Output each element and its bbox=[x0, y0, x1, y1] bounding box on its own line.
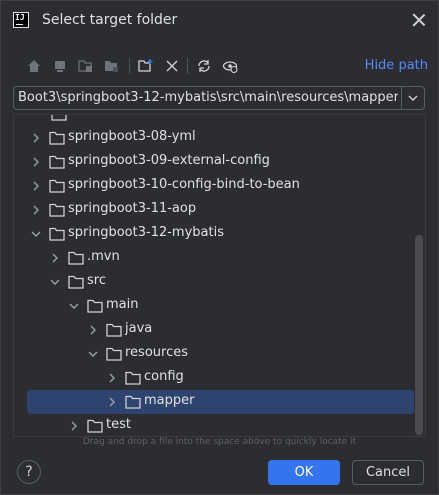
tree-row[interactable]: mapper bbox=[27, 390, 414, 414]
tree-row[interactable]: main bbox=[14, 294, 414, 318]
tree-row[interactable]: springboot3-10-config-bind-to-bean bbox=[14, 174, 414, 198]
tree-row-label: springboot3-12-mybatis bbox=[68, 225, 224, 240]
tree-row-label: springboot3-09-external-config bbox=[68, 153, 270, 168]
dialog-title: Select target folder bbox=[42, 12, 178, 28]
tree-row[interactable]: .mvn bbox=[14, 246, 414, 270]
chevron-right-icon[interactable] bbox=[30, 132, 42, 144]
tree-row[interactable]: springboot3-12-mybatis bbox=[14, 222, 414, 246]
folder-icon bbox=[49, 203, 65, 217]
chevron-right-icon[interactable] bbox=[49, 252, 61, 264]
delete-icon[interactable] bbox=[161, 55, 183, 77]
folder-icon bbox=[87, 299, 103, 313]
chevron-down-icon[interactable] bbox=[49, 276, 61, 288]
toolbar-separator bbox=[187, 58, 188, 74]
path-combobox[interactable] bbox=[13, 86, 425, 110]
folder-icon bbox=[125, 395, 141, 409]
help-button[interactable]: ? bbox=[17, 460, 41, 484]
folder-icon bbox=[49, 227, 65, 241]
tree-row-label: java bbox=[125, 321, 153, 336]
tree-row[interactable]: springboot3-08-yml bbox=[14, 126, 414, 150]
chevron-right-icon[interactable] bbox=[30, 204, 42, 216]
tree-row-label: mapper bbox=[144, 393, 195, 408]
folder-icon bbox=[51, 115, 67, 121]
tree-row[interactable]: resources bbox=[14, 342, 414, 366]
folder-icon bbox=[106, 347, 122, 361]
title-bar: IJ Select target folder bbox=[1, 1, 438, 41]
tree-row-label: .mvn bbox=[87, 249, 120, 264]
folder-icon bbox=[49, 179, 65, 193]
tree-row-label: test bbox=[106, 417, 131, 432]
tree-row[interactable]: java bbox=[14, 318, 414, 342]
chevron-right-icon[interactable] bbox=[30, 156, 42, 168]
tree-row-label: springboot3-08-yml bbox=[68, 129, 196, 144]
tree-row-label: resources bbox=[125, 345, 189, 360]
folder-icon bbox=[49, 131, 65, 145]
tree-row-partial bbox=[14, 115, 414, 126]
folder-icon bbox=[49, 155, 65, 169]
tree-row[interactable]: springboot3-09-external-config bbox=[14, 150, 414, 174]
tree-row-label: src bbox=[87, 273, 106, 288]
folder-icon bbox=[68, 275, 84, 289]
tree-row-label: config bbox=[144, 369, 184, 384]
ok-button[interactable]: OK bbox=[268, 460, 340, 485]
show-hidden-icon[interactable] bbox=[219, 55, 241, 77]
chevron-down-icon[interactable] bbox=[406, 91, 420, 105]
folder-tree[interactable]: springboot3-08-yml springboot3-09-externa… bbox=[13, 114, 426, 437]
chevron-right-icon[interactable] bbox=[30, 180, 42, 192]
chevron-down-icon[interactable] bbox=[68, 300, 80, 312]
tree-row[interactable]: src bbox=[14, 270, 414, 294]
folder-icon bbox=[106, 323, 122, 337]
folder-icon bbox=[125, 371, 141, 385]
drag-drop-hint: Drag and drop a file into the space abov… bbox=[82, 437, 357, 447]
tree-row-label: springboot3-10-config-bind-to-bean bbox=[68, 177, 300, 192]
hide-path-link[interactable]: Hide path bbox=[365, 58, 428, 73]
folder-icon bbox=[87, 419, 103, 433]
select-target-folder-dialog: IJ Select target folder Hide path Boot3\… bbox=[0, 0, 439, 495]
tree-row[interactable]: springboot3-11-aop bbox=[14, 198, 414, 222]
toolbar: Hide path bbox=[23, 55, 428, 77]
project-icon[interactable] bbox=[75, 55, 97, 77]
combo-separator bbox=[401, 87, 402, 109]
chevron-down-icon[interactable] bbox=[87, 348, 99, 360]
tree-row-label: main bbox=[106, 297, 139, 312]
tree-row[interactable]: config bbox=[14, 366, 414, 390]
chevron-down-icon[interactable] bbox=[30, 228, 42, 240]
refresh-icon[interactable] bbox=[193, 55, 215, 77]
close-icon[interactable] bbox=[412, 13, 426, 27]
home-icon[interactable] bbox=[23, 55, 45, 77]
folder-icon bbox=[68, 251, 84, 265]
chevron-right-icon[interactable] bbox=[87, 324, 99, 336]
tree-scrollbar[interactable] bbox=[415, 235, 423, 435]
desktop-icon[interactable] bbox=[49, 55, 71, 77]
toolbar-separator bbox=[129, 58, 130, 74]
chevron-right-icon[interactable] bbox=[68, 420, 80, 432]
tree-row-label: springboot3-11-aop bbox=[68, 201, 197, 216]
new-folder-icon[interactable] bbox=[135, 55, 157, 77]
chevron-right-icon[interactable] bbox=[106, 396, 118, 408]
cancel-button[interactable]: Cancel bbox=[352, 460, 424, 485]
intellij-logo-icon: IJ bbox=[13, 12, 29, 28]
path-input[interactable] bbox=[14, 87, 398, 109]
module-icon[interactable] bbox=[101, 55, 123, 77]
tree-row[interactable]: test bbox=[14, 414, 414, 436]
chevron-right-icon[interactable] bbox=[106, 372, 118, 384]
